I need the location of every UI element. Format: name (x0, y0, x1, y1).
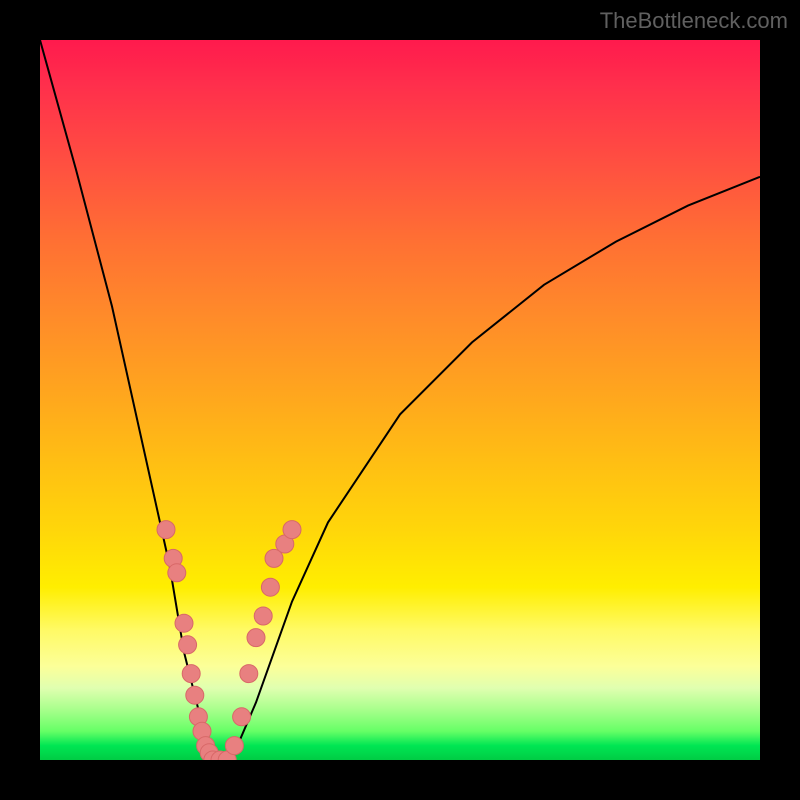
data-point (157, 521, 175, 539)
data-point (179, 636, 197, 654)
chart-svg (40, 40, 760, 760)
scatter-points-group (157, 521, 301, 760)
data-point (175, 614, 193, 632)
bottleneck-curve (40, 40, 760, 760)
data-point (283, 521, 301, 539)
data-point (240, 665, 258, 683)
data-point (186, 686, 204, 704)
data-point (254, 607, 272, 625)
watermark-text: TheBottleneck.com (600, 8, 788, 34)
data-point (168, 564, 186, 582)
data-point (225, 737, 243, 755)
data-point (261, 578, 279, 596)
data-point (233, 708, 251, 726)
data-point (182, 665, 200, 683)
data-point (247, 629, 265, 647)
plot-area (40, 40, 760, 760)
chart-container: TheBottleneck.com (0, 0, 800, 800)
